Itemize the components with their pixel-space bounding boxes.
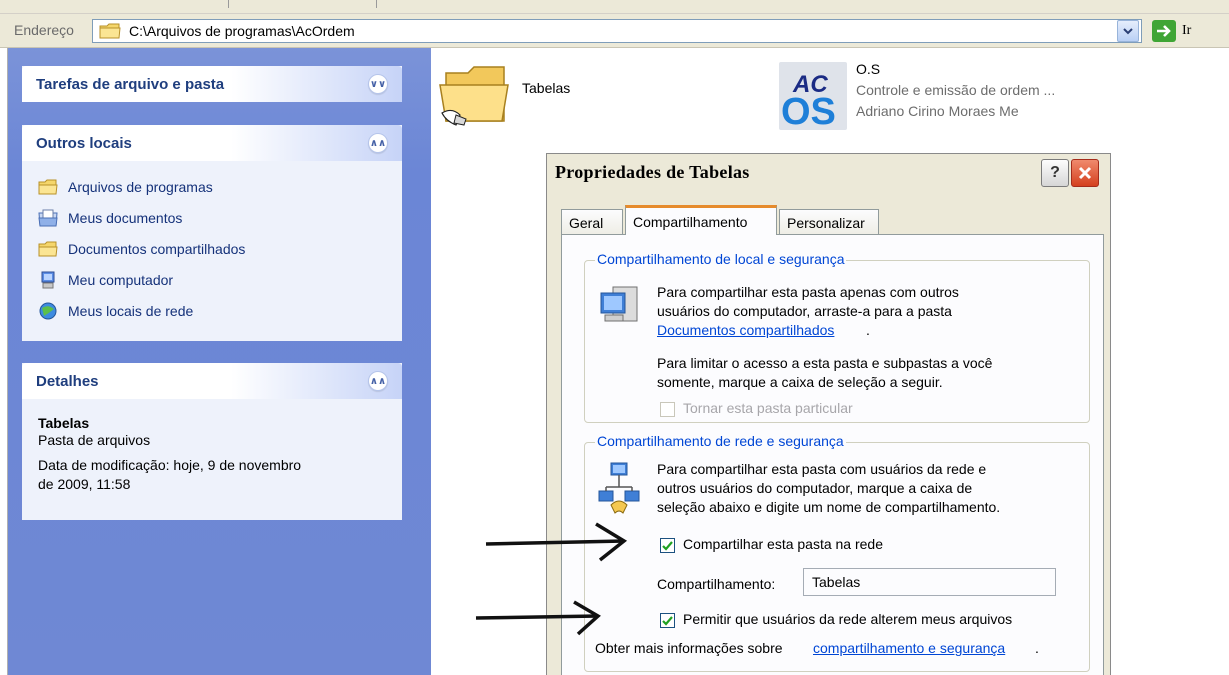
address-label: Endereço	[14, 22, 74, 38]
more-info-prefix: Obter mais informações sobre	[595, 640, 783, 656]
folder-icon	[38, 241, 58, 256]
tab-personalizar[interactable]: Personalizar	[779, 209, 879, 235]
network-places-icon	[39, 302, 57, 319]
local-sharing-text-1: Para compartilhar esta pasta apenas com …	[657, 284, 959, 300]
details-item-name: Tabelas	[38, 415, 90, 431]
dialog-title: Propriedades de Tabelas	[555, 162, 750, 182]
place-label: Documentos compartilhados	[68, 240, 246, 257]
details-title: Detalhes	[36, 372, 99, 390]
file-tasks-panel: Tarefas de arquivo e pasta ∨∨	[22, 66, 402, 102]
app-item-author: Adriano Cirino Moraes Me	[856, 103, 1019, 119]
place-link-my-computer[interactable]: Meu computador	[38, 264, 388, 295]
details-modified-date: Data de modificação: hoje, 9 de novembro	[38, 457, 302, 473]
folder-item-label[interactable]: Tabelas	[522, 80, 570, 96]
place-label: Meu computador	[68, 271, 174, 288]
file-tasks-title: Tarefas de arquivo e pasta	[36, 75, 225, 93]
more-info-suffix: .	[1035, 640, 1039, 656]
address-input[interactable]: C:\Arquivos de programas\AcOrdem	[92, 19, 1142, 43]
folder-item-tabelas[interactable]	[438, 63, 510, 132]
place-label: Arquivos de programas	[68, 178, 213, 195]
sharing-tab-page: Compartilhamento de local e segurança Pa…	[561, 234, 1104, 675]
chevron-down-icon	[1123, 28, 1133, 35]
tab-compartilhamento[interactable]: Compartilhamento	[625, 205, 777, 235]
place-link-network-places[interactable]: Meus locais de rede	[38, 295, 388, 326]
allow-changes-label: Permitir que usuários da rede alterem me…	[683, 611, 1013, 627]
place-link-my-documents[interactable]: Meus documentos	[38, 202, 388, 233]
expand-chevron-icon[interactable]: ∨∨	[368, 74, 388, 94]
local-computer-icon	[600, 286, 638, 322]
network-share-icon	[598, 462, 640, 514]
private-folder-label: Tornar esta pasta particular	[683, 400, 853, 416]
place-label: Meus locais de rede	[68, 302, 194, 319]
my-computer-icon	[41, 271, 55, 288]
app-logo-icon: AC OS	[781, 71, 836, 133]
folder-icon	[99, 23, 121, 39]
app-item-description: Controle e emissão de ordem ...	[856, 82, 1056, 98]
top-toolbar-strip	[0, 0, 1229, 14]
app-item-os[interactable]: AC OS	[779, 62, 847, 133]
limit-access-text-1: Para limitar o acesso a esta pasta e sub…	[657, 355, 993, 371]
tab-geral[interactable]: Geral	[561, 209, 623, 235]
annotation-arrow-icon	[475, 600, 601, 636]
shared-documents-link[interactable]: Documentos compartilhados	[657, 321, 834, 340]
network-sharing-group: Compartilhamento de rede e segurança Par…	[584, 433, 1090, 672]
checkmark-icon	[662, 615, 673, 626]
local-sharing-title: Compartilhamento de local e segurança	[595, 251, 847, 267]
go-label: Ir	[1182, 23, 1192, 38]
toolbar-separator	[376, 0, 377, 8]
place-label: Meus documentos	[68, 209, 183, 226]
collapse-chevron-icon[interactable]: ∧∧	[368, 371, 388, 391]
app-logo-text-bottom: OS	[781, 91, 836, 130]
limit-access-text-2: somente, marque a caixa de seleção a seg…	[657, 374, 943, 390]
address-dropdown-button[interactable]	[1117, 20, 1139, 42]
other-places-header[interactable]: Outros locais ∧∧	[22, 125, 402, 161]
local-sharing-group: Compartilhamento de local e segurança Pa…	[584, 251, 1090, 423]
other-places-title: Outros locais	[36, 134, 132, 152]
network-sharing-text-1: Para compartilhar esta pasta com usuário…	[657, 461, 987, 477]
place-link-program-files[interactable]: Arquivos de programas	[38, 171, 388, 202]
sharing-security-link[interactable]: compartilhamento e segurança	[813, 639, 1005, 658]
folder-icon	[38, 179, 58, 194]
share-name-field[interactable]: Tabelas	[803, 568, 1056, 596]
network-sharing-title: Compartilhamento de rede e segurança	[595, 433, 846, 449]
share-name-label: Compartilhamento:	[657, 576, 776, 592]
go-button[interactable]: Ir	[1152, 20, 1191, 42]
close-button[interactable]	[1071, 159, 1099, 187]
help-button[interactable]: ?	[1041, 159, 1069, 187]
details-panel: Detalhes ∧∧ Tabelas Pasta de arquivos Da…	[22, 363, 402, 520]
link-suffix: .	[866, 322, 870, 338]
my-documents-icon	[38, 209, 58, 226]
private-folder-checkbox[interactable]	[660, 402, 675, 417]
allow-changes-checkbox[interactable]	[660, 613, 675, 628]
details-modified-date-cont: de 2009, 11:58	[38, 476, 131, 492]
folder-icon	[439, 66, 509, 126]
network-sharing-text-3: seleção abaixo e digite um nome de compa…	[657, 499, 1001, 515]
network-sharing-text-2: outros usuários do computador, marque a …	[657, 480, 973, 496]
other-places-panel: Outros locais ∧∧ Arquivos de programas M…	[22, 125, 402, 341]
close-icon	[1078, 166, 1092, 180]
details-item-type: Pasta de arquivos	[38, 432, 151, 448]
details-header[interactable]: Detalhes ∧∧	[22, 363, 402, 399]
place-link-shared-documents[interactable]: Documentos compartilhados	[38, 233, 388, 264]
app-item-title[interactable]: O.S	[856, 61, 880, 77]
address-bar: Endereço C:\Arquivos de programas\AcOrde…	[0, 14, 1229, 48]
address-path: C:\Arquivos de programas\AcOrdem	[129, 23, 355, 39]
file-tasks-header[interactable]: Tarefas de arquivo e pasta ∨∨	[22, 66, 402, 102]
annotation-arrow-icon	[485, 522, 628, 562]
local-sharing-text-2: usuários do computador, arraste-a para a…	[657, 303, 952, 319]
toolbar-separator	[228, 0, 229, 8]
checkmark-icon	[662, 540, 673, 551]
window-left-edge	[0, 48, 8, 675]
properties-dialog: Propriedades de Tabelas ? Geral Comparti…	[546, 153, 1111, 675]
collapse-chevron-icon[interactable]: ∧∧	[368, 133, 388, 153]
share-folder-label: Compartilhar esta pasta na rede	[683, 536, 883, 552]
share-folder-checkbox[interactable]	[660, 538, 675, 553]
go-arrow-icon	[1152, 20, 1176, 42]
